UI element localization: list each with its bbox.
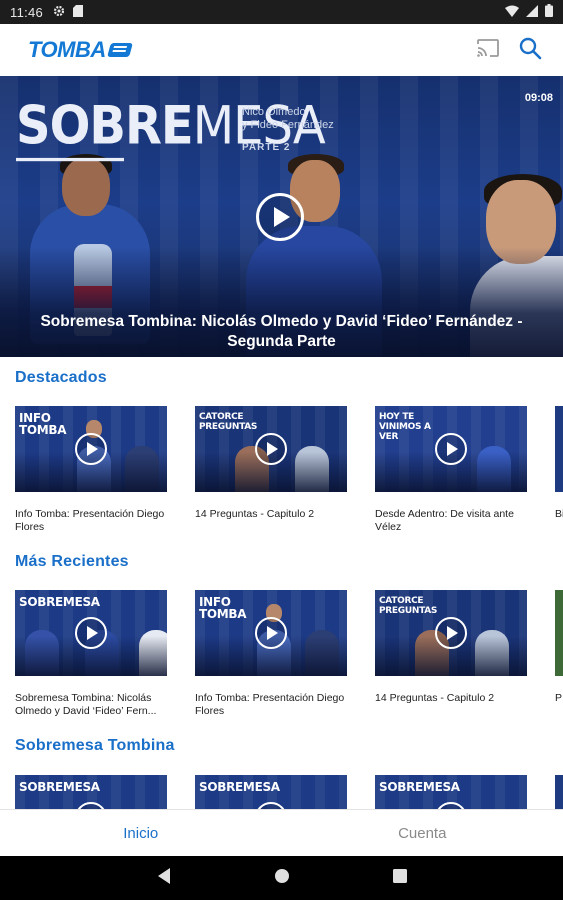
video-card[interactable]: CATORCE PREGUNTAS 14 Preguntas - Capitul…: [195, 406, 347, 521]
cast-icon: [477, 38, 499, 62]
search-button[interactable]: [517, 37, 543, 63]
video-thumbnail[interactable]: CATORCE PREGUNTAS: [195, 406, 347, 492]
video-thumbnail[interactable]: SOBREMESA: [15, 590, 167, 676]
hero-person-left-head: [62, 158, 110, 216]
tomba-logo[interactable]: TOMBA: [28, 37, 133, 63]
hero-art-subtitle: Nico Olmedo y Fideo Fernández: [242, 106, 334, 132]
play-icon: [267, 626, 278, 640]
video-card[interactable]: INFO TOMBA Info Tomba: Presentación Dieg…: [15, 406, 167, 534]
video-thumbnail[interactable]: SOBREMESA: [15, 775, 167, 809]
thumb-logo-text: SOBREMESA: [19, 595, 100, 609]
battery-icon: [545, 4, 553, 20]
play-icon: [447, 442, 458, 456]
signal-icon: [526, 4, 538, 20]
recents-icon: [392, 868, 407, 888]
video-thumbnail[interactable]: [555, 775, 563, 809]
hero-play-button[interactable]: [256, 193, 304, 241]
video-card[interactable]: SOBREMESA: [375, 775, 527, 809]
hero-featured-video[interactable]: SOBREMESA Nico Olmedo y Fideo Fernández …: [0, 76, 563, 357]
video-card[interactable]: CATORCE PREGUNTAS 14 Preguntas - Capitul…: [375, 590, 527, 705]
video-thumbnail[interactable]: [555, 590, 563, 676]
video-title: Info Tomba: Presentación Diego Flores: [15, 508, 165, 533]
video-title: Sobremesa Tombina: Nicolás Olmedo y Davi…: [15, 692, 157, 717]
recents-button[interactable]: [388, 866, 412, 890]
home-icon: [274, 868, 290, 889]
thumb-logo-text: SOBREMESA: [379, 780, 460, 794]
play-button[interactable]: [75, 617, 107, 649]
thumb-logo-text: INFO TOMBA: [19, 411, 67, 437]
video-thumbnail[interactable]: [555, 406, 563, 492]
video-thumbnail[interactable]: CATORCE PREGUNTAS: [375, 590, 527, 676]
video-title: 14 Preguntas - Capitulo 2: [375, 692, 495, 704]
status-time: 11:46: [10, 4, 44, 20]
back-icon: [157, 867, 171, 889]
search-icon: [518, 36, 542, 65]
settings-icon: [53, 5, 65, 20]
video-thumbnail[interactable]: INFO TOMBA: [195, 590, 347, 676]
thumb-logo-text: HOY TE VINIMOS A VER: [379, 412, 431, 442]
video-thumbnail[interactable]: HOY TE VINIMOS A VER: [375, 406, 527, 492]
video-card[interactable]: Bi: [555, 406, 563, 521]
logo-text: TOMBA: [28, 37, 106, 62]
video-card[interactable]: HOY TE VINIMOS A VER Desde Adentro: De v…: [375, 406, 527, 534]
video-title: P d: [555, 692, 563, 704]
carousel-sobremesa-tombina[interactable]: SOBREMESA SOBREMESA SOBREMESA: [0, 775, 563, 809]
back-button[interactable]: [152, 866, 176, 890]
video-card[interactable]: SOBREMESA: [15, 775, 167, 809]
play-icon: [87, 442, 98, 456]
play-icon: [447, 626, 458, 640]
video-title: Bi: [555, 508, 563, 520]
play-icon: [274, 207, 290, 227]
nav-tab-cuenta[interactable]: Cuenta: [282, 810, 563, 856]
play-button[interactable]: [435, 617, 467, 649]
cast-button[interactable]: [475, 37, 501, 63]
hero-art-subtitle-line1: Nico Olmedo: [242, 106, 306, 118]
play-button[interactable]: [255, 433, 287, 465]
section-title-destacados: Destacados: [15, 369, 107, 386]
hero-caption: Sobremesa Tombina: Nicolás Olmedo y Davi…: [40, 313, 523, 350]
nav-tab-inicio[interactable]: Inicio: [0, 810, 282, 856]
video-title: 14 Preguntas - Capitulo 2: [195, 508, 315, 520]
sd-card-icon: [73, 4, 84, 20]
video-thumbnail[interactable]: SOBREMESA: [375, 775, 527, 809]
video-thumbnail[interactable]: SOBREMESA: [195, 775, 347, 809]
thumb-logo-text: SOBREMESA: [199, 780, 280, 794]
hero-art-part: PARTE 2: [242, 142, 291, 153]
system-navigation-bar: [0, 856, 563, 900]
status-bar: 11:46: [0, 0, 563, 24]
carousel-mas-recientes[interactable]: SOBREMESA Sobremesa Tombina: Nicolás Olm…: [0, 590, 563, 740]
play-icon: [267, 442, 278, 456]
thumb-logo-text: SOBREMESA: [19, 780, 100, 794]
play-button[interactable]: [255, 617, 287, 649]
play-icon: [87, 626, 98, 640]
logo-mark-icon: [106, 43, 133, 57]
video-card[interactable]: [555, 775, 563, 809]
video-card[interactable]: INFO TOMBA Info Tomba: Presentación Dieg…: [195, 590, 347, 718]
thumb-logo-text: INFO TOMBA: [199, 595, 247, 621]
video-card[interactable]: SOBREMESA: [195, 775, 347, 809]
video-card[interactable]: SOBREMESA Sobremesa Tombina: Nicolás Olm…: [15, 590, 167, 718]
video-title: Desde Adentro: De visita ante Vélez: [375, 508, 514, 533]
section-title-mas-recientes: Más Recientes: [15, 553, 129, 570]
video-card[interactable]: P d: [555, 590, 563, 705]
hero-duration: 09:08: [524, 92, 553, 104]
thumb-logo-text: CATORCE PREGUNTAS: [379, 596, 438, 616]
carousel-destacados[interactable]: INFO TOMBA Info Tomba: Presentación Dieg…: [0, 406, 563, 556]
wifi-icon: [505, 5, 519, 20]
section-title-sobremesa-tombina: Sobremesa Tombina: [15, 737, 175, 754]
bottom-navigation: Inicio Cuenta: [0, 809, 563, 856]
play-button[interactable]: [75, 433, 107, 465]
video-title: Info Tomba: Presentación Diego Flores: [195, 692, 345, 717]
video-thumbnail[interactable]: INFO TOMBA: [15, 406, 167, 492]
hero-art-title-bold: SOBRE: [16, 95, 194, 157]
play-button[interactable]: [435, 433, 467, 465]
home-button[interactable]: [270, 866, 294, 890]
app-bar: TOMBA: [0, 24, 563, 76]
thumb-logo-text: CATORCE PREGUNTAS: [199, 412, 258, 432]
hero-art-subtitle-line2: y Fideo Fernández: [242, 119, 334, 131]
